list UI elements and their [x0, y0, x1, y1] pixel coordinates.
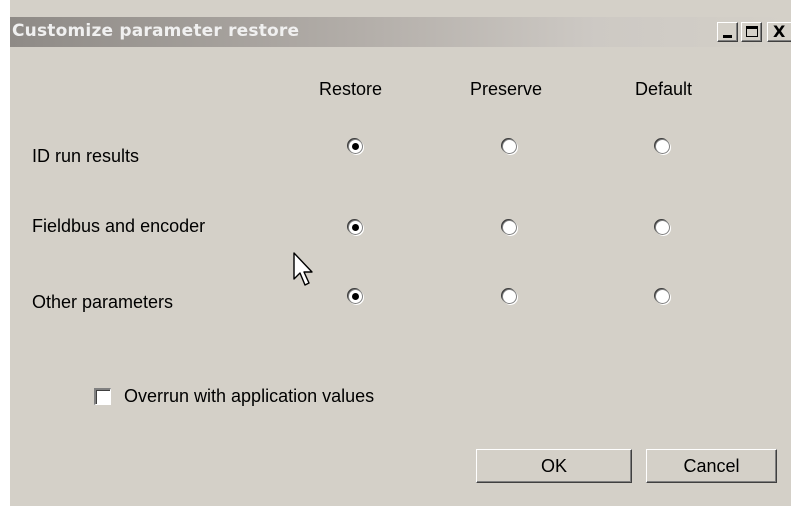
overrun-checkbox[interactable] — [94, 388, 111, 405]
customize-parameter-restore-dialog: Customize parameter restore X Restore Pr… — [0, 0, 791, 506]
column-header-default: Default — [635, 79, 693, 99]
title-bar[interactable]: Customize parameter restore X — [10, 17, 791, 47]
maximize-button[interactable] — [741, 22, 762, 42]
other-parameters-restore-radio[interactable] — [348, 289, 363, 304]
cancel-button[interactable]: Cancel — [646, 449, 777, 483]
mouse-pointer-icon — [293, 252, 313, 286]
minimize-button[interactable] — [717, 22, 738, 42]
ok-button[interactable]: OK — [476, 449, 632, 483]
window-edge — [0, 0, 10, 506]
maximize-icon — [746, 26, 758, 37]
other-parameters-default-radio[interactable] — [655, 289, 670, 304]
row-label-id-run-results: ID run results — [32, 146, 140, 166]
minimize-icon — [723, 35, 732, 38]
id-run-results-preserve-radio[interactable] — [502, 139, 517, 154]
other-parameters-preserve-radio[interactable] — [502, 289, 517, 304]
column-header-preserve: Preserve — [470, 79, 543, 99]
row-label-fieldbus-and-encoder: Fieldbus and encoder — [32, 216, 206, 236]
close-button[interactable]: X — [767, 22, 791, 42]
row-label-other-parameters: Other parameters — [32, 292, 174, 312]
overrun-checkbox-label[interactable]: Overrun with application values — [124, 386, 374, 407]
id-run-results-default-radio[interactable] — [655, 139, 670, 154]
column-header-restore: Restore — [319, 79, 383, 99]
fieldbus-and-encoder-preserve-radio[interactable] — [502, 220, 517, 235]
close-icon: X — [773, 22, 786, 41]
id-run-results-restore-radio[interactable] — [348, 139, 363, 154]
fieldbus-and-encoder-default-radio[interactable] — [655, 220, 670, 235]
window-title: Customize parameter restore — [12, 21, 300, 41]
fieldbus-and-encoder-restore-radio[interactable] — [348, 220, 363, 235]
